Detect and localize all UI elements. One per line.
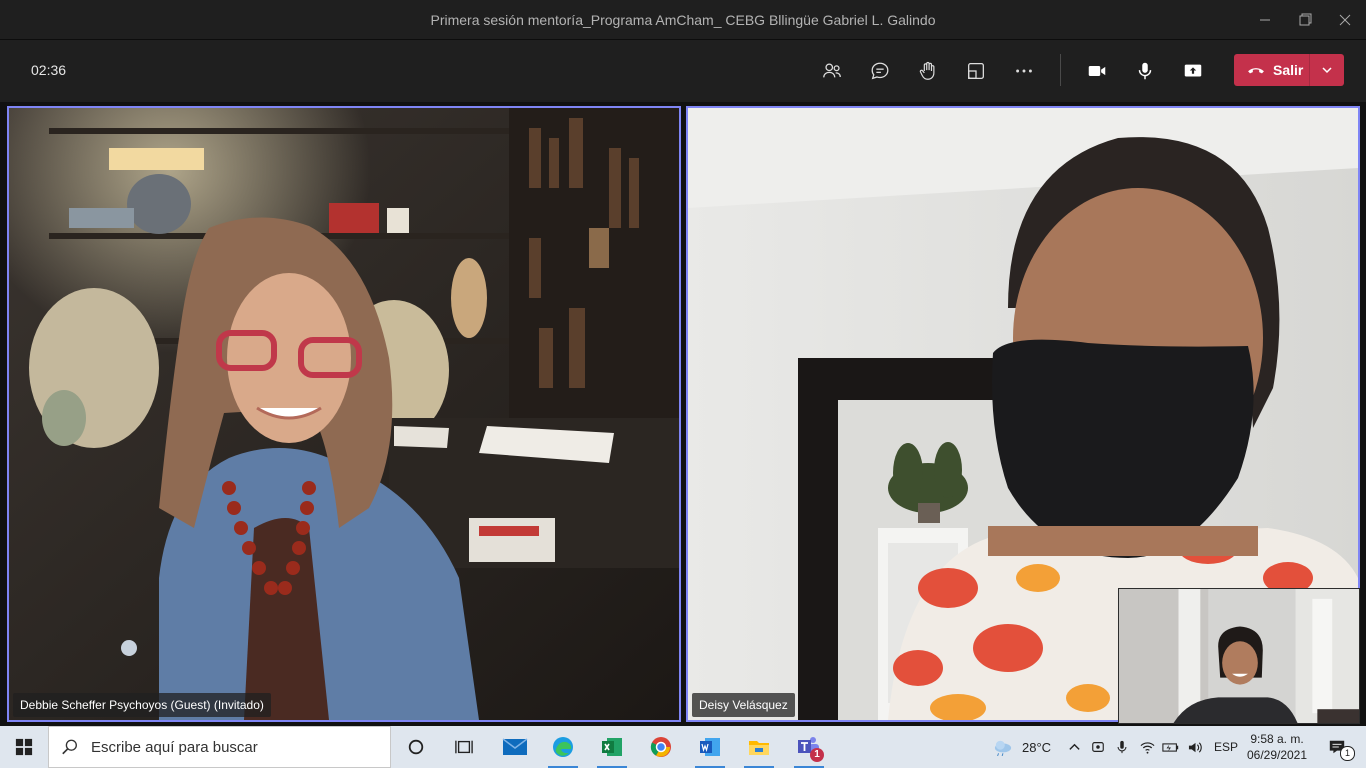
word-app[interactable]	[689, 726, 731, 768]
microphone-tray-icon	[1117, 740, 1127, 754]
edge-icon	[553, 737, 573, 757]
breakout-rooms-button[interactable]	[960, 55, 992, 87]
volume-icon	[1188, 741, 1202, 753]
volume-tray[interactable]	[1184, 726, 1206, 768]
cortana-icon	[408, 739, 424, 755]
leave-options[interactable]	[1310, 63, 1344, 77]
taskbar-search[interactable]: Escribe aquí para buscar	[48, 726, 391, 768]
more-options-button[interactable]	[1008, 55, 1040, 87]
weather-icon	[994, 740, 1012, 756]
mail-app[interactable]	[494, 726, 536, 768]
share-screen-icon	[1184, 64, 1202, 77]
rooms-icon	[968, 63, 984, 79]
title-bar: Primera sesión mentoría_Programa AmCham_…	[0, 0, 1366, 40]
close-button[interactable]	[1334, 9, 1356, 31]
weather-widget[interactable]	[988, 726, 1018, 768]
cortana-button[interactable]	[396, 726, 436, 768]
teams-badge: 1	[810, 748, 824, 762]
word-icon	[700, 738, 720, 756]
taskbar-clock[interactable]: 9:58 a. m. 06/29/2021	[1240, 731, 1314, 763]
self-view-video[interactable]	[1118, 588, 1360, 724]
clock-time: 9:58 a. m.	[1250, 732, 1304, 746]
file-explorer-app[interactable]	[738, 726, 780, 768]
task-view-button[interactable]	[444, 726, 484, 768]
search-icon	[62, 739, 77, 755]
participant-name-tag: Debbie Scheffer Psychoyos (Guest) (Invit…	[13, 693, 271, 717]
restore-icon	[1299, 13, 1312, 26]
notification-badge: 1	[1340, 746, 1355, 761]
chrome-app[interactable]	[640, 726, 682, 768]
webcam-icon	[1092, 742, 1104, 752]
participant-video-tile[interactable]: Debbie Scheffer Psychoyos (Guest) (Invit…	[7, 106, 681, 722]
start-button[interactable]	[0, 726, 48, 768]
chevron-down-icon	[1322, 67, 1332, 74]
toolbar-divider	[1060, 54, 1061, 86]
microphone-tray[interactable]	[1112, 726, 1132, 768]
show-hidden-icons-button[interactable]	[1064, 726, 1084, 768]
video-stage: Debbie Scheffer Psychoyos (Guest) (Invit…	[0, 102, 1366, 726]
wifi-icon	[1140, 741, 1154, 754]
task-view-icon	[455, 740, 473, 754]
chat-icon	[871, 62, 889, 80]
window-title: Primera sesión mentoría_Programa AmCham_…	[430, 12, 936, 28]
clock-date: 06/29/2021	[1246, 748, 1308, 762]
file-explorer-icon	[749, 741, 769, 755]
leave-label: Salir	[1273, 62, 1304, 78]
leave-button[interactable]: Salir	[1234, 54, 1344, 86]
maximize-button[interactable]	[1294, 9, 1316, 31]
participant-name-tag: Deisy Velásquez	[692, 693, 795, 717]
start-icon	[15, 738, 33, 756]
search-placeholder: Escribe aquí para buscar	[91, 738, 258, 756]
participants-button[interactable]	[816, 55, 848, 87]
mail-icon	[502, 738, 528, 755]
share-screen-button[interactable]	[1177, 55, 1209, 87]
hang-up-icon	[1248, 68, 1264, 74]
battery-icon	[1162, 742, 1179, 752]
meeting-toolbar: 02:36 Salir	[0, 40, 1366, 102]
camera-button[interactable]	[1081, 55, 1113, 87]
chat-button[interactable]	[864, 55, 896, 87]
chrome-icon	[650, 737, 671, 757]
minimize-button[interactable]	[1254, 9, 1276, 31]
close-icon	[1339, 14, 1351, 26]
excel-icon	[602, 738, 622, 756]
participant-video	[9, 108, 679, 720]
meeting-timer: 02:36	[31, 62, 67, 78]
more-options-icon	[1016, 69, 1032, 73]
chevron-up-icon	[1068, 743, 1080, 750]
taskbar: Escribe aquí para buscar 1 28°C ESP 9:58…	[0, 726, 1366, 768]
minimize-icon	[1260, 19, 1270, 21]
microphone-icon	[1138, 62, 1152, 80]
camera-icon	[1088, 65, 1106, 77]
self-view-image	[1119, 589, 1359, 723]
network-tray[interactable]	[1137, 726, 1157, 768]
microphone-button[interactable]	[1129, 55, 1161, 87]
notifications-button[interactable]: 1	[1320, 726, 1355, 768]
teams-app[interactable]: 1	[788, 726, 830, 768]
participants-icon	[823, 63, 841, 78]
leave-main[interactable]: Salir	[1234, 54, 1310, 86]
weather-temperature[interactable]: 28°C	[1022, 740, 1051, 755]
battery-tray[interactable]	[1160, 726, 1182, 768]
raise-hand-button[interactable]	[912, 55, 944, 87]
raise-hand-icon	[919, 61, 935, 80]
camera-tray[interactable]	[1088, 726, 1108, 768]
excel-app[interactable]	[591, 726, 633, 768]
edge-app[interactable]	[542, 726, 584, 768]
input-language[interactable]: ESP	[1214, 740, 1238, 754]
